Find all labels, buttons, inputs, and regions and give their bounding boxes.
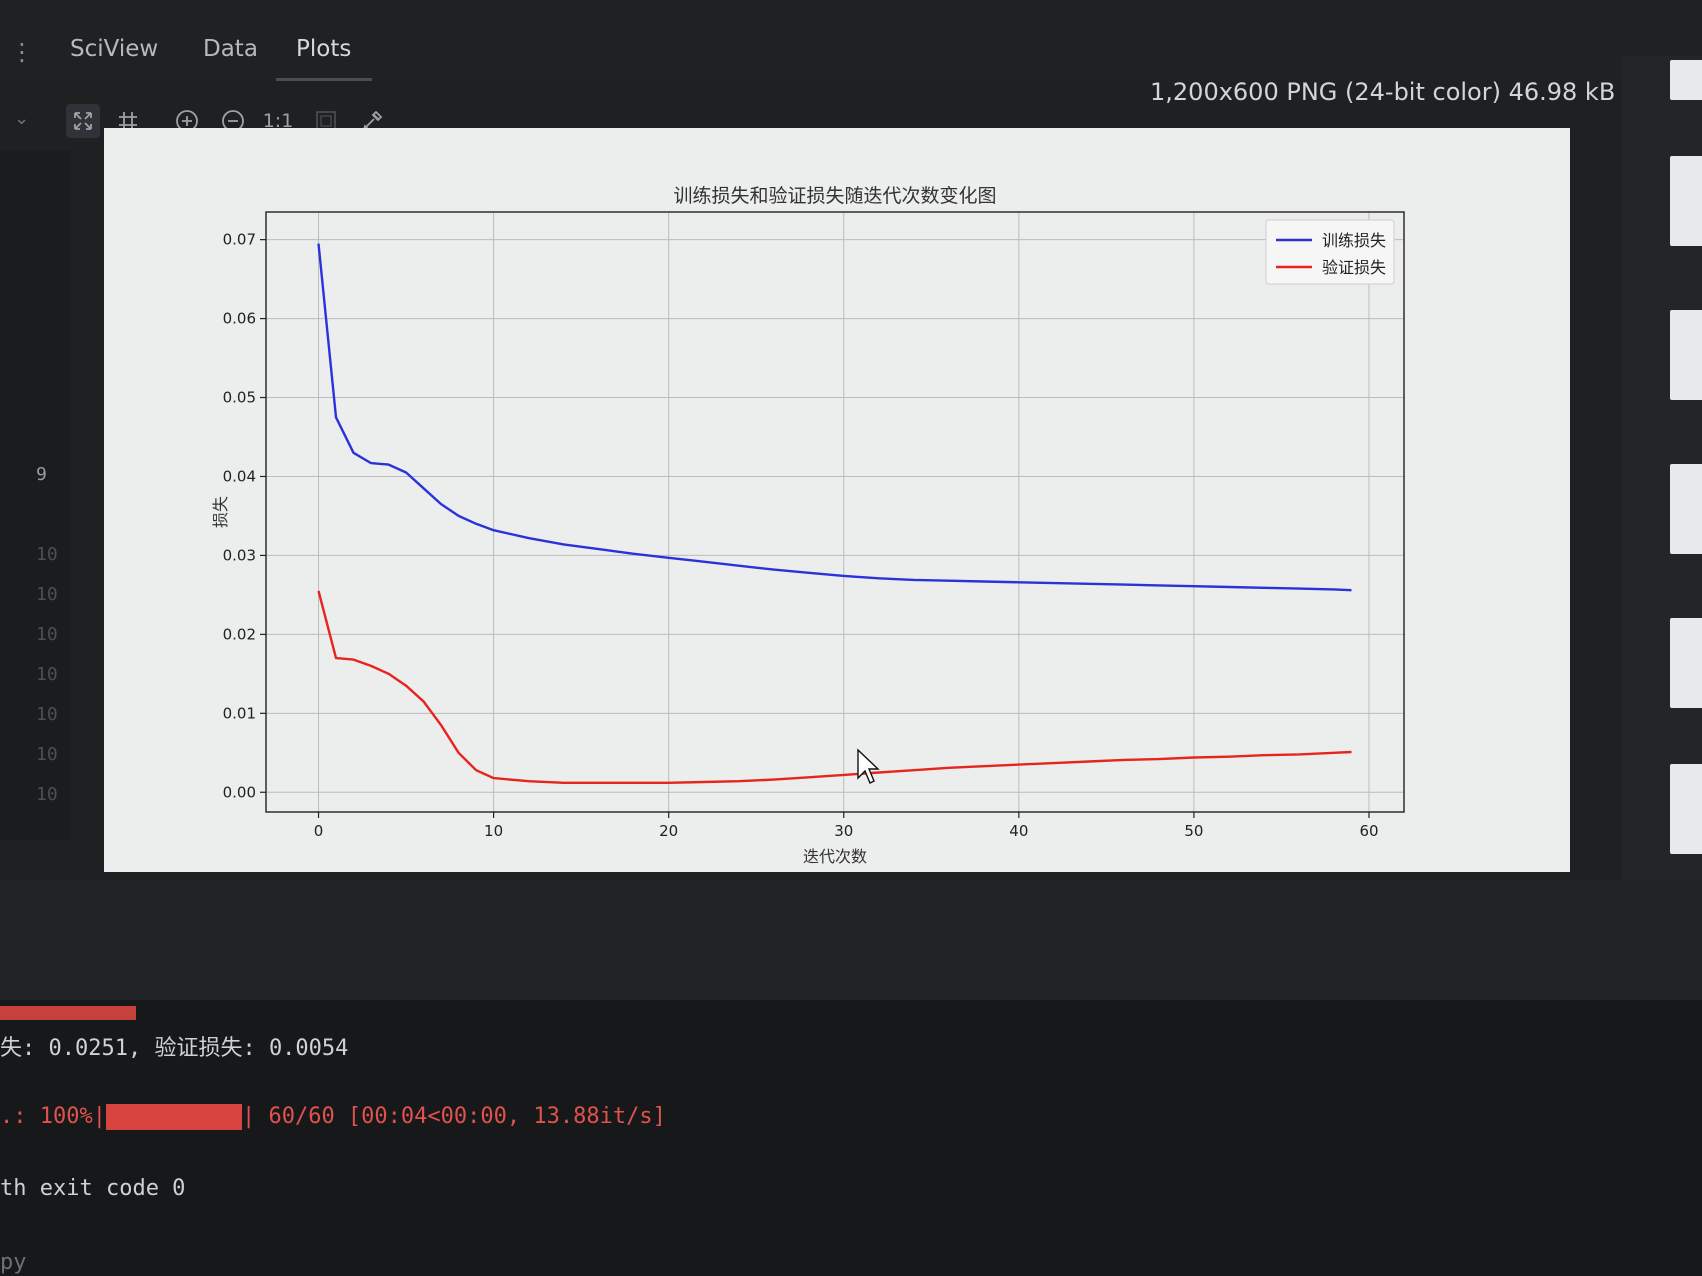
y-tick-label: 0.07 — [223, 231, 256, 249]
y-tick-label: 0.04 — [223, 467, 256, 485]
console-line-file: py — [0, 1250, 27, 1275]
plot-thumbnail[interactable] — [1670, 764, 1702, 854]
console-line-progress: .: 100%| | 60/60 [00:04<00:00, 13.88it/s] — [0, 1104, 666, 1130]
progress-prefix: .: 100%| — [0, 1104, 106, 1129]
y-tick-label: 0.01 — [223, 704, 256, 722]
legend-label: 训练损失 — [1322, 231, 1386, 250]
x-axis-label: 迭代次数 — [803, 847, 867, 866]
plot-thumbnail[interactable] — [1670, 156, 1702, 246]
plot-thumbnail[interactable] — [1670, 60, 1702, 100]
progress-suffix: | 60/60 [00:04<00:00, 13.88it/s] — [241, 1104, 666, 1129]
x-tick-label: 10 — [484, 822, 503, 840]
fit-icon[interactable] — [66, 104, 100, 138]
x-tick-label: 30 — [834, 822, 853, 840]
y-axis-label: 损失 — [211, 496, 230, 528]
line-number: 10 — [36, 744, 58, 765]
options-icon[interactable]: ⋮ — [10, 40, 34, 64]
tab-plots[interactable]: Plots — [296, 36, 351, 62]
progress-bar-partial — [0, 1006, 136, 1020]
x-tick-label: 0 — [314, 822, 324, 840]
line-number: 10 — [36, 704, 58, 725]
x-tick-label: 20 — [659, 822, 678, 840]
plot-thumbnails-panel — [1622, 56, 1702, 886]
y-tick-label: 0.06 — [223, 310, 256, 328]
plot-thumbnail[interactable] — [1670, 310, 1702, 400]
legend-label: 验证损失 — [1322, 258, 1386, 277]
editor-gutter: 9 10 10 10 10 10 10 10 — [0, 150, 70, 840]
y-tick-label: 0.05 — [223, 389, 256, 407]
line-number: 10 — [36, 784, 58, 805]
collapse-chevron-icon[interactable]: ⌄ — [14, 108, 29, 129]
tab-sciview[interactable]: SciView — [70, 36, 158, 62]
console-partial-line — [0, 1000, 136, 1025]
loss-chart: 0 10 20 30 40 50 60 0.00 0.01 0.02 0.03 0.04 0.05 0.0… — [104, 128, 1570, 872]
run-console: 失: 0.0251, 验证损失: 0.0054 .: 100%| | 60/60 … — [0, 1000, 1702, 1276]
sciview-window: ⋮ SciView Data Plots 1,200x600 PNG (24-b… — [0, 0, 1702, 1276]
line-number: 10 — [36, 624, 58, 645]
console-line-exit: th exit code 0 — [0, 1176, 186, 1201]
x-tick-label: 40 — [1009, 822, 1028, 840]
active-tab-indicator — [276, 78, 372, 81]
plot-image[interactable]: 0 10 20 30 40 50 60 0.00 0.01 0.02 0.03 0.04 0.05 0.0… — [104, 128, 1570, 872]
image-info: 1,200x600 PNG (24-bit color) 46.98 kB — [1150, 78, 1616, 106]
y-tick-label: 0.03 — [223, 546, 256, 564]
plot-thumbnail[interactable] — [1670, 618, 1702, 708]
console-line-losses: 失: 0.0251, 验证损失: 0.0054 — [0, 1036, 349, 1061]
x-tick-label: 60 — [1359, 822, 1378, 840]
plot-thumbnail[interactable] — [1670, 464, 1702, 554]
tab-data[interactable]: Data — [203, 36, 258, 62]
panel-divider — [0, 880, 1702, 1000]
line-number-current: 9 — [36, 464, 47, 485]
x-tick-label: 50 — [1184, 822, 1203, 840]
chart-title: 训练损失和验证损失随迭代次数变化图 — [673, 185, 996, 207]
line-number: 10 — [36, 544, 58, 565]
tool-window-tabbar: ⋮ SciView Data Plots 1,200x600 PNG (24-b… — [0, 0, 1702, 106]
progress-bar — [105, 1104, 242, 1130]
y-tick-label: 0.02 — [223, 625, 256, 643]
line-number: 10 — [36, 584, 58, 605]
line-number: 10 — [36, 664, 58, 685]
y-tick-label: 0.00 — [223, 783, 256, 801]
